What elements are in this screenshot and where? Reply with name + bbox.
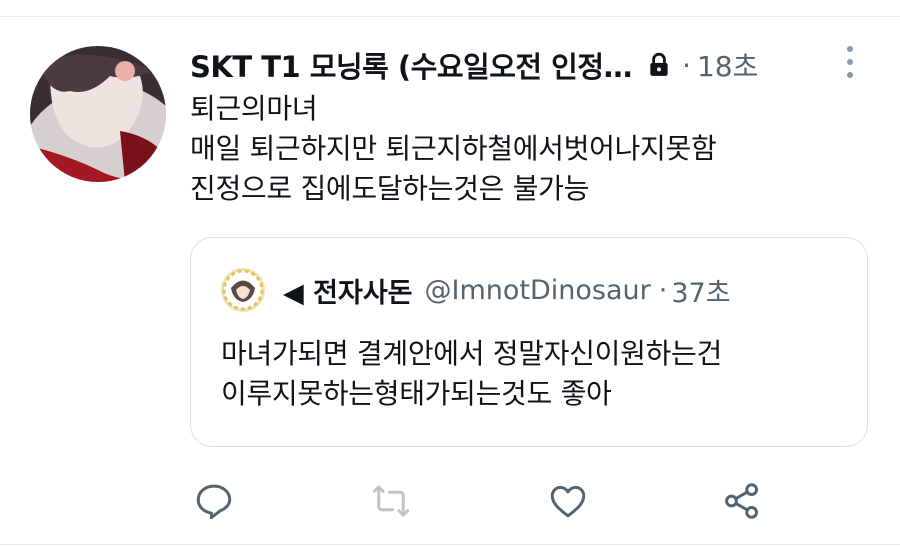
quoted-tweet[interactable]: ◀ 전자사돈 @ImnotDinosaur · 37초 마녀가되면 결계안에서 …	[190, 237, 868, 447]
tweet-line: 퇴근의마녀	[190, 92, 318, 125]
retweet-icon	[372, 485, 410, 517]
tweet-text: 퇴근의마녀 매일 퇴근하지만 퇴근지하철에서벗어나지못함 진정으로 집에도달하는…	[190, 89, 830, 209]
quoted-avatar-image	[221, 268, 265, 312]
time-separator: ·	[682, 48, 691, 82]
top-divider	[0, 16, 900, 17]
quoted-text: 마녀가되면 결계안에서 정말자신이원하는건 이루지못하는형태가되는것도 좋아	[221, 334, 851, 414]
like-button[interactable]	[543, 476, 593, 526]
quoted-avatar[interactable]	[221, 268, 265, 312]
more-vertical-icon[interactable]	[842, 46, 858, 78]
retweet-button[interactable]	[366, 476, 416, 526]
avatar-image	[30, 46, 166, 182]
share-icon	[725, 483, 759, 519]
quoted-line: 마녀가되면 결계안에서 정말자신이원하는건	[221, 337, 722, 370]
avatar[interactable]	[30, 46, 166, 182]
lock-icon	[650, 52, 668, 76]
reply-icon	[196, 484, 232, 520]
quoted-line: 이루지못하는형태가되는것도 좋아	[221, 377, 612, 410]
action-bar	[0, 476, 900, 526]
tweet-line: 매일 퇴근하지만 퇴근지하철에서벗어나지못함	[190, 132, 717, 165]
tweet-line: 진정으로 집에도달하는것은 불가능	[190, 172, 590, 205]
quoted-handle[interactable]: @ImnotDinosaur	[425, 275, 651, 306]
quoted-author-name[interactable]: ◀ 전자사돈	[283, 271, 413, 310]
bottom-divider	[0, 544, 900, 545]
tweet-time[interactable]: 18초	[697, 45, 758, 85]
share-button[interactable]	[717, 476, 767, 526]
quoted-time[interactable]: 37초	[671, 271, 730, 310]
like-icon	[550, 485, 586, 518]
quoted-time-separator: ·	[658, 274, 668, 306]
author-name[interactable]: SKT T1 모닝록 (수요일오전 인정…	[190, 44, 633, 86]
reply-button[interactable]	[189, 476, 239, 526]
